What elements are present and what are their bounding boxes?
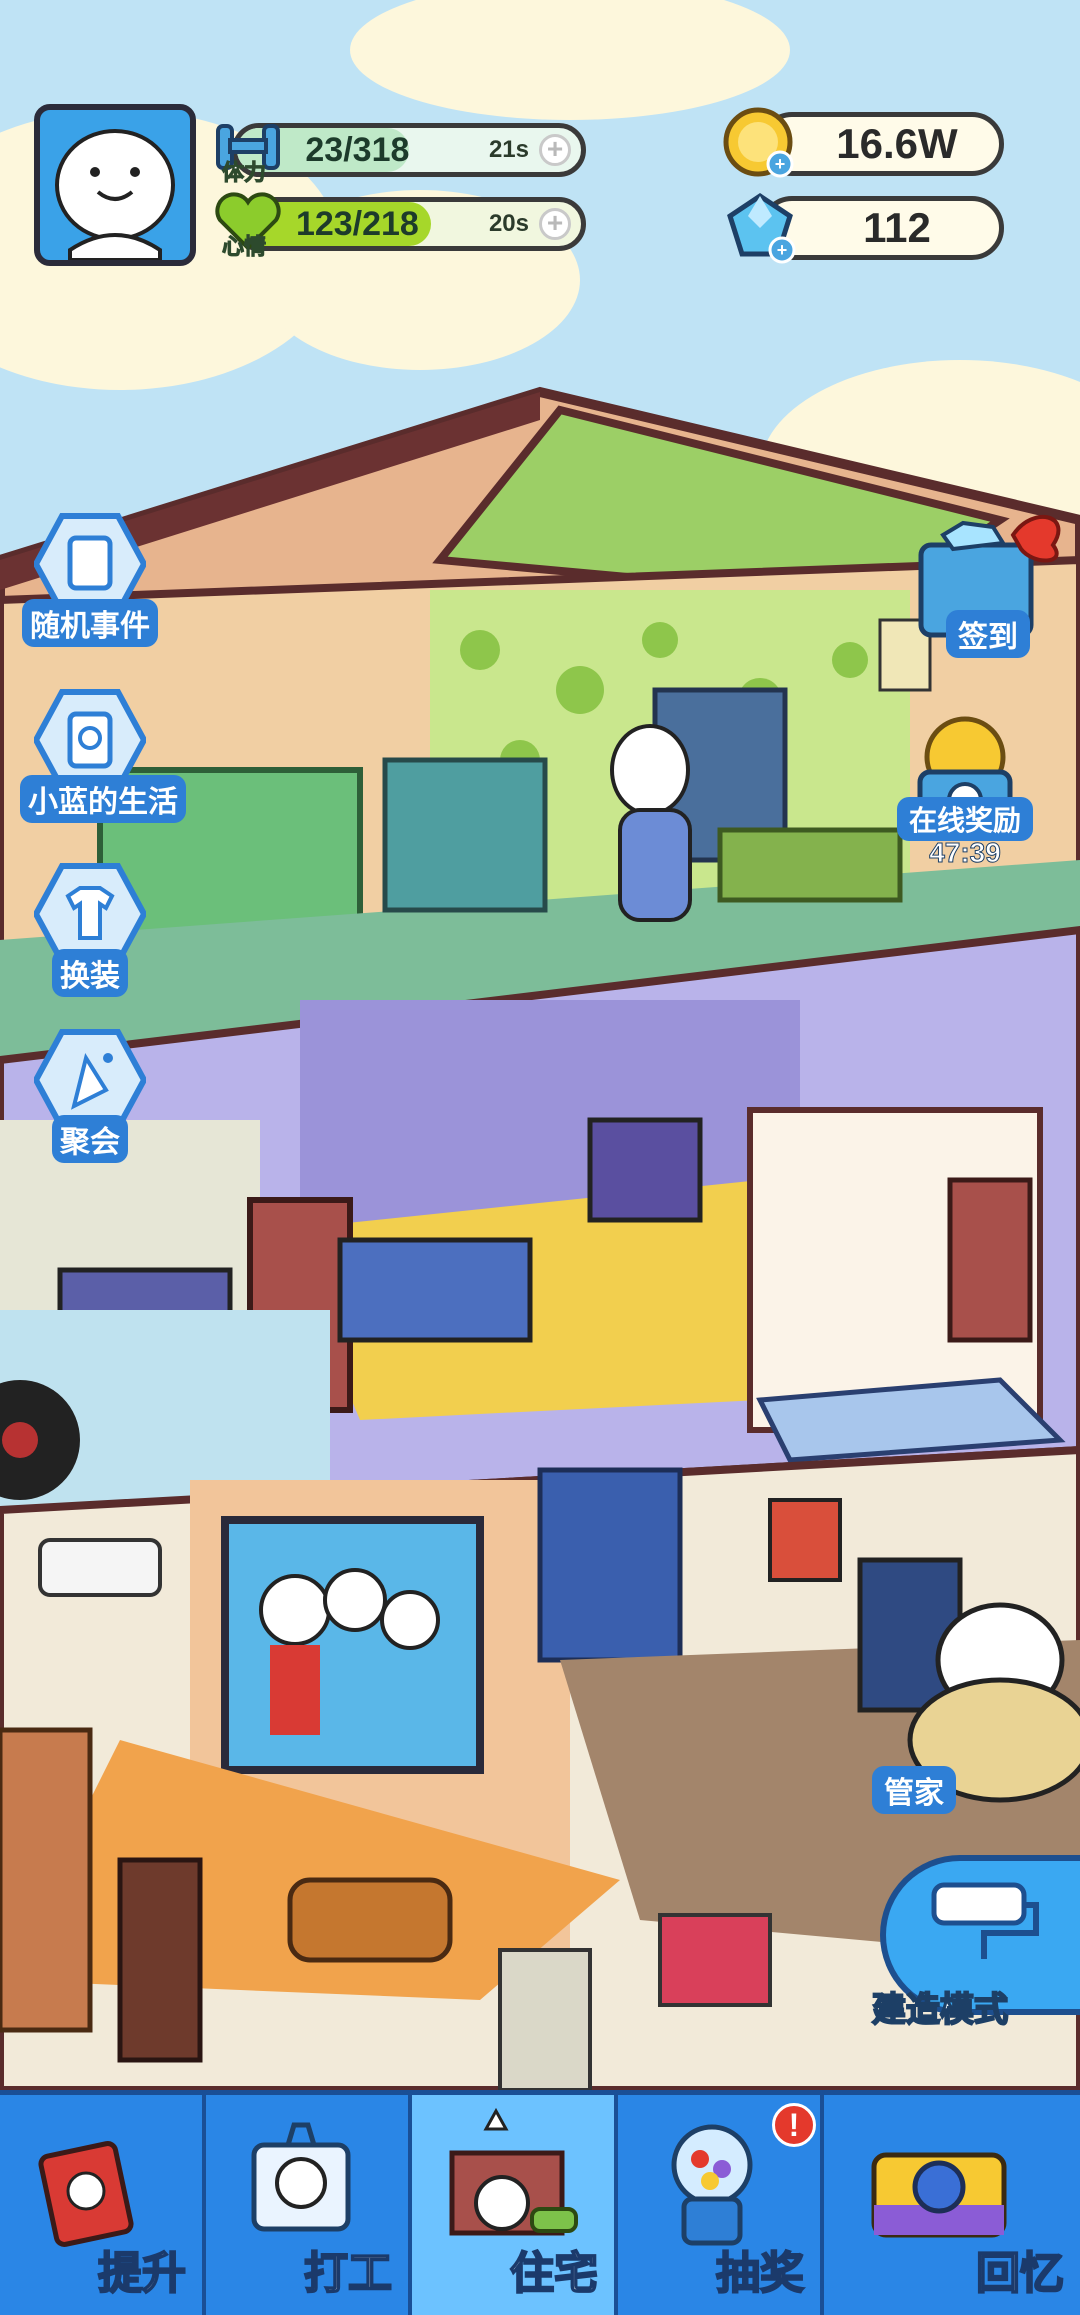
stamina-bar: 23/318 21s + — [232, 123, 586, 177]
outfit-button[interactable]: 换装 — [20, 862, 160, 997]
gacha-alert-badge: ! — [772, 2103, 816, 2147]
house-icon — [449, 2107, 578, 2236]
gacha-machine-icon — [671, 2124, 753, 2246]
random-event-label: 随机事件 — [22, 599, 158, 647]
online-reward-timer: 47:39 — [929, 837, 1002, 869]
xiaolan-life-label: 小蓝的生活 — [20, 775, 186, 823]
mood-timer: 20s — [488, 210, 529, 237]
outfit-label: 换装 — [52, 949, 128, 997]
butler-button[interactable]: 管家 — [872, 1766, 956, 1814]
mood-label: 心情 — [221, 234, 267, 260]
random-event-button[interactable]: 随机事件 — [20, 512, 160, 647]
nav-memory-label: 回忆 — [975, 2248, 1065, 2299]
party-button[interactable]: 聚会 — [20, 1028, 160, 1163]
book-icon — [38, 2141, 134, 2247]
stamina-timer: 21s — [488, 136, 529, 163]
stamina-add-button[interactable]: + — [539, 134, 571, 166]
party-label: 聚会 — [52, 1115, 128, 1163]
bottom-nav: 提升 打工 住宅 ! 抽奖 回忆 — [0, 2090, 1080, 2315]
butler-label: 管家 — [872, 1766, 956, 1814]
gem-value: 112 — [863, 204, 931, 251]
coin-icon: + — [723, 107, 794, 178]
player-avatar[interactable] — [34, 104, 196, 266]
svg-text:+: + — [775, 154, 786, 174]
xiaolan-life-button[interactable]: 小蓝的生活 — [20, 688, 186, 823]
coin-value: 16.6W — [836, 120, 958, 167]
nav-house[interactable]: 住宅 — [412, 2095, 618, 2315]
checkin-button[interactable]: 签到 — [898, 505, 1078, 658]
player-face-icon — [55, 129, 175, 260]
gem-icon: + — [727, 192, 796, 264]
nav-gacha[interactable]: ! 抽奖 — [618, 2095, 824, 2315]
svg-text:+: + — [777, 240, 788, 260]
stamina-label: 体力 — [221, 160, 267, 186]
online-reward-label: 在线奖励 — [896, 797, 1033, 841]
nav-memory[interactable]: 回忆 — [824, 2095, 1080, 2315]
online-reward-button[interactable]: 在线奖励 47:39 — [890, 712, 1040, 869]
nav-house-label: 住宅 — [509, 2248, 599, 2299]
paint-roller-icon — [931, 1882, 1039, 1959]
nav-work[interactable]: 打工 — [206, 2095, 412, 2315]
work-badge-icon — [251, 2122, 351, 2232]
mood-bar: 123/218 20s + — [232, 197, 586, 251]
nav-gacha-label: 抽奖 — [715, 2248, 805, 2299]
nav-upgrade-label: 提升 — [97, 2248, 187, 2299]
nav-work-label: 打工 — [303, 2248, 393, 2299]
nav-upgrade[interactable]: 提升 — [0, 2095, 206, 2315]
checkin-label: 签到 — [946, 610, 1030, 658]
camera-icon — [871, 2152, 1007, 2238]
mood-add-button[interactable]: + — [539, 208, 571, 240]
build-mode-label: 建造模式 — [871, 1990, 1009, 2030]
